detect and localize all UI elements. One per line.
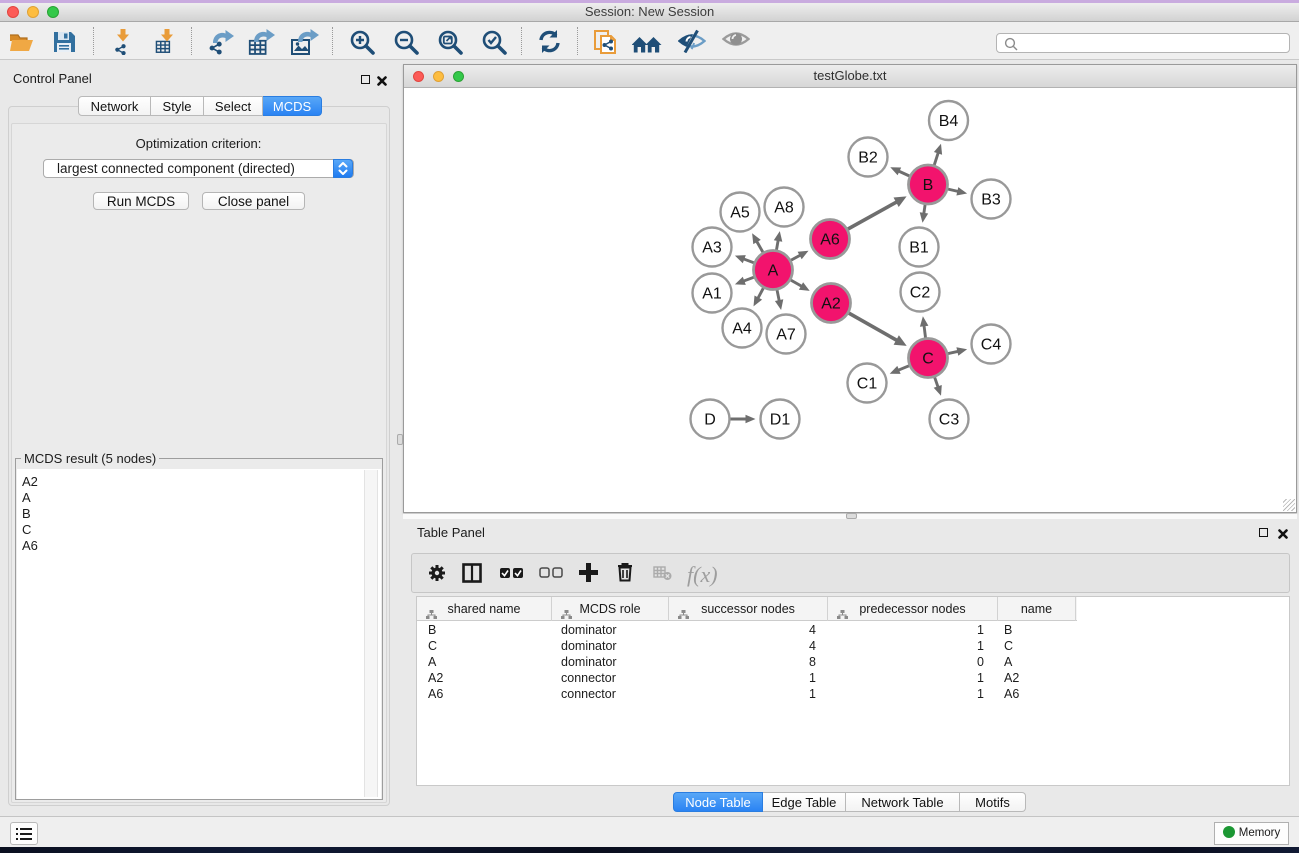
- svg-text:D: D: [704, 412, 716, 429]
- svg-text:B2: B2: [858, 150, 878, 167]
- svg-text:A8: A8: [774, 200, 794, 217]
- svg-text:A4: A4: [732, 321, 752, 338]
- svg-text:C1: C1: [857, 376, 878, 393]
- svg-text:B4: B4: [939, 113, 959, 130]
- svg-text:B3: B3: [981, 192, 1001, 209]
- svg-text:A1: A1: [702, 286, 722, 303]
- svg-text:A7: A7: [776, 327, 796, 344]
- svg-text:C3: C3: [939, 412, 960, 429]
- svg-text:A3: A3: [702, 240, 722, 257]
- svg-text:A: A: [768, 263, 779, 280]
- svg-text:C4: C4: [981, 337, 1002, 354]
- svg-text:B: B: [923, 177, 934, 194]
- svg-text:D1: D1: [770, 412, 791, 429]
- svg-text:C2: C2: [910, 285, 931, 302]
- svg-text:A5: A5: [730, 205, 750, 222]
- svg-text:A6: A6: [820, 232, 840, 249]
- svg-text:A2: A2: [821, 296, 841, 313]
- svg-text:B1: B1: [909, 240, 929, 257]
- svg-text:C: C: [922, 351, 934, 368]
